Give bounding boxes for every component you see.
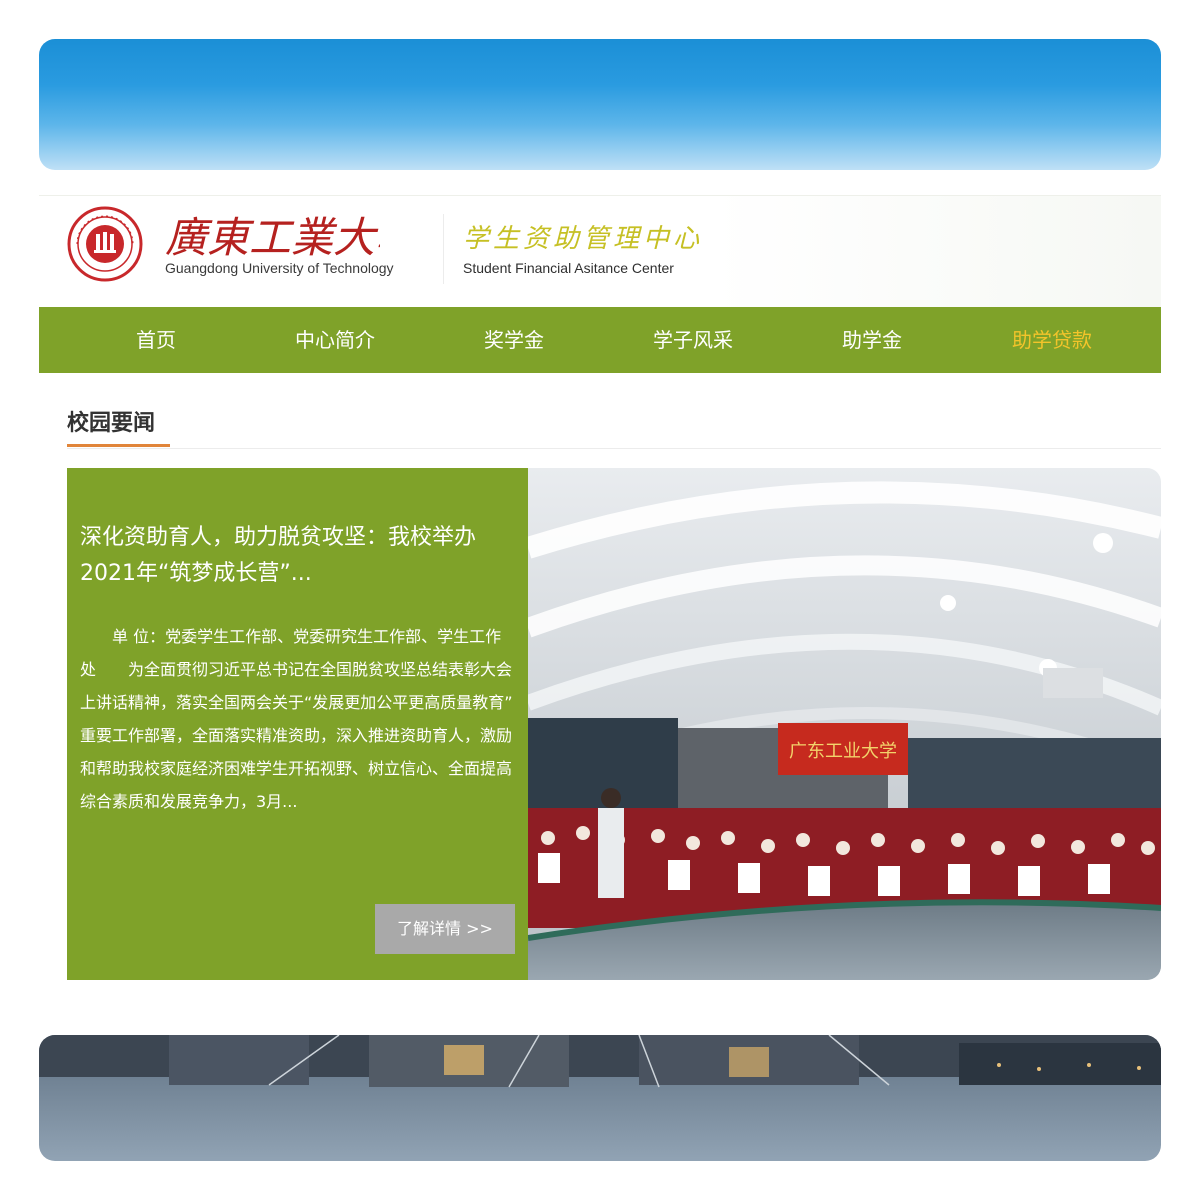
nav-item-scholarship[interactable]: 奖学金 xyxy=(484,307,544,373)
nav-item-home[interactable]: 首页 xyxy=(136,307,176,373)
svg-text:广东工业大学: 广东工业大学 xyxy=(789,741,897,762)
header-divider xyxy=(443,214,444,284)
nav-item-about[interactable]: 中心简介 xyxy=(295,307,375,373)
news-photo[interactable]: 广东工业大学 xyxy=(528,468,1161,980)
section-title: 校园要闻 xyxy=(67,411,156,436)
top-sky-banner xyxy=(39,39,1161,170)
svg-text:廣東工業大學: 廣東工業大學 xyxy=(165,213,380,262)
main-nav: 首页 中心简介 奖学金 学子风采 助学金 助学贷款 xyxy=(39,307,1161,373)
news-summary: 单 位：党委学生工作部、党委研究生工作部、学生工作处 为全面贯彻习近平总书记在全… xyxy=(80,627,513,811)
section-divider xyxy=(67,448,1161,449)
site-header: 廣東工業大學 Guangdong University of Technolog… xyxy=(39,195,1161,308)
center-name-calligraphy: 学生资助管理中心 xyxy=(463,224,703,254)
nav-item-student-style[interactable]: 学子风采 xyxy=(653,307,733,373)
news-card: 深化资助育人，助力脱贫攻坚：我校举办2021年“筑梦成长营”... 单 位：党委… xyxy=(67,468,528,980)
svg-text:学生资助管理中心: 学生资助管理中心 xyxy=(463,224,703,254)
news-title[interactable]: 深化资助育人，助力脱贫攻坚：我校举办2021年“筑梦成长营”... xyxy=(80,520,510,592)
nav-item-grant[interactable]: 助学金 xyxy=(842,307,902,373)
university-name-en: Guangdong University of Technology xyxy=(165,260,394,276)
center-name-en: Student Financial Asitance Center xyxy=(463,260,674,276)
university-name-calligraphy: 廣東工業大學 xyxy=(165,213,380,262)
read-more-button[interactable]: 了解详情 >> xyxy=(375,904,515,954)
nav-item-student-loan[interactable]: 助学贷款 xyxy=(1012,307,1092,373)
university-seal-logo[interactable] xyxy=(67,206,143,282)
auditorium-photo: 广东工业大学 xyxy=(528,468,1161,980)
campus-night-photo xyxy=(39,1035,1161,1161)
bottom-campus-banner xyxy=(39,1035,1161,1161)
section-title-underline xyxy=(67,444,170,447)
